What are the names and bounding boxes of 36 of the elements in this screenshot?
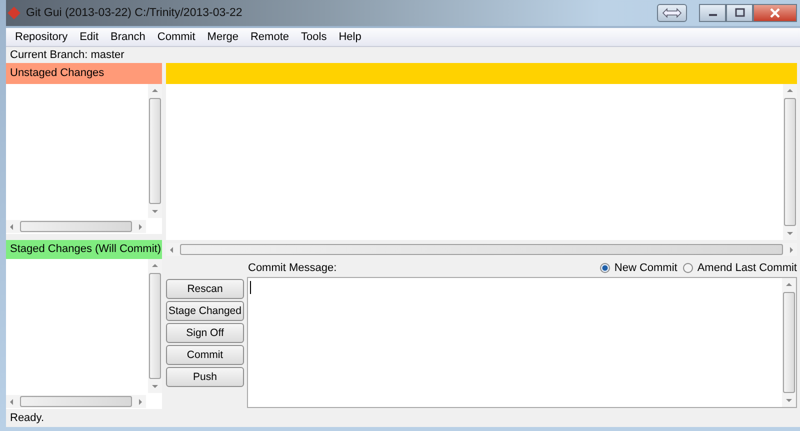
swap-button[interactable]	[657, 4, 687, 22]
scrollbar[interactable]	[782, 278, 796, 407]
scrollbar[interactable]	[6, 220, 146, 232]
double-arrow-icon	[662, 8, 682, 18]
radio-option[interactable]: Amend Last Commit	[683, 262, 797, 274]
action-button[interactable]: Commit	[166, 345, 244, 365]
scrollbar[interactable]	[148, 259, 162, 393]
commit-message-label: Commit Message:	[248, 262, 337, 274]
menu-item[interactable]: Tools	[295, 31, 333, 43]
unstaged-header: Unstaged Changes	[6, 63, 162, 84]
app-icon	[8, 6, 20, 20]
menu-item[interactable]: Remote	[244, 31, 296, 43]
action-button[interactable]: Push	[166, 367, 244, 387]
radio-option[interactable]: New Commit	[600, 262, 678, 274]
scrollbar[interactable]	[148, 84, 162, 218]
current-branch-label: Current Branch: master	[6, 47, 800, 63]
menu-item[interactable]: Repository	[9, 31, 74, 43]
menu-item[interactable]: Branch	[104, 31, 152, 43]
window-title: Git Gui (2013-03-22) C:/Trinity/2013-03-22	[26, 7, 242, 19]
scrollbar[interactable]	[6, 394, 146, 408]
minimize-button[interactable]	[699, 4, 726, 22]
staged-header: Staged Changes (Will Commit)	[6, 240, 162, 259]
scrollbar[interactable]	[783, 84, 797, 240]
action-button[interactable]: Stage Changed	[166, 301, 244, 321]
maximize-button[interactable]	[726, 4, 753, 22]
menu-item[interactable]: Merge	[201, 31, 244, 43]
commit-message-field[interactable]	[247, 277, 797, 408]
menu-item[interactable]: Edit	[74, 31, 105, 43]
action-button[interactable]: Sign Off	[166, 323, 244, 343]
menu-item[interactable]: Commit	[151, 31, 202, 43]
close-button[interactable]	[753, 4, 797, 22]
close-icon	[769, 8, 781, 18]
menu-item[interactable]: Help	[332, 31, 368, 43]
maximize-icon	[734, 8, 744, 18]
action-button[interactable]: Rescan	[166, 279, 244, 299]
status-bar: Ready.	[6, 410, 800, 427]
